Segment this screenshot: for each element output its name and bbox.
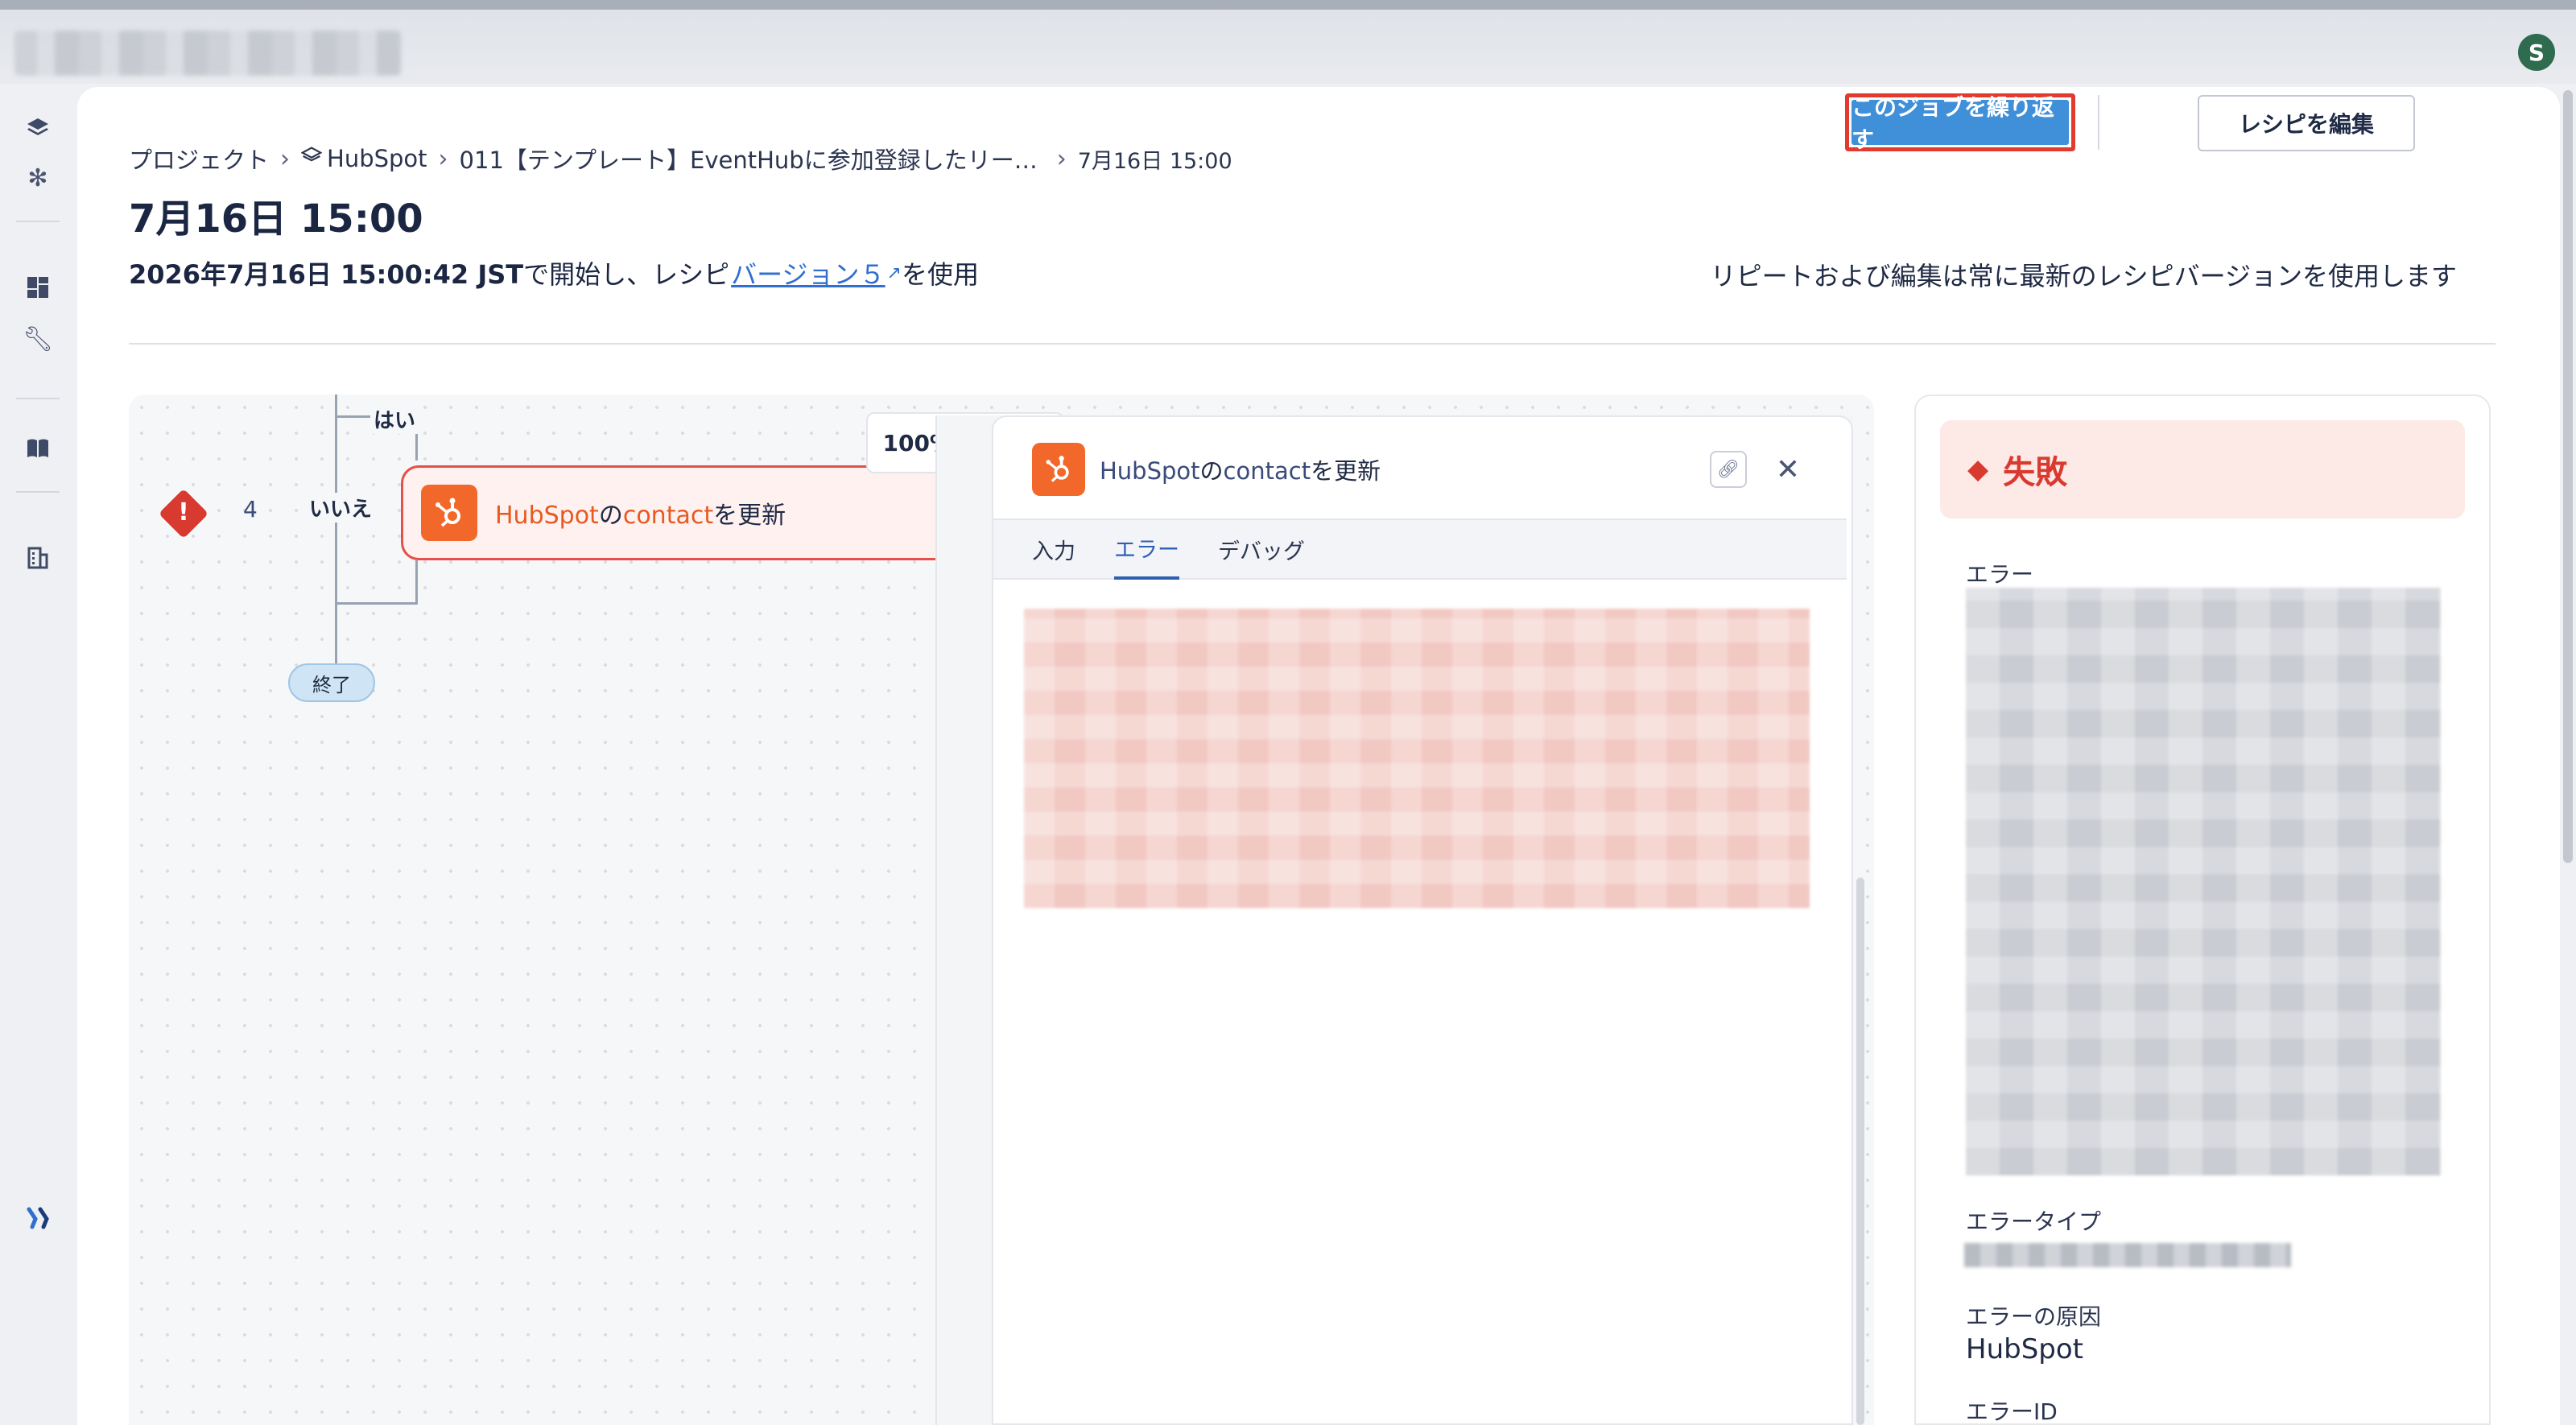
breadcrumb-item-folder[interactable]: HubSpot [327, 145, 427, 172]
repeat-edit-note: リピートおよび編集は常に最新のレシピバージョンを使用します [1710, 261, 2457, 291]
flow-line [335, 602, 337, 663]
dashboard-icon[interactable] [23, 272, 53, 303]
error-cause-label: エラーの原因 [1966, 1303, 2102, 1330]
error-alert-icon: ! [178, 498, 189, 527]
snowflake-icon[interactable]: ✻ [23, 163, 53, 193]
chevron-right-icon: › [1056, 144, 1067, 173]
chevron-right-icon: › [280, 144, 291, 173]
recipe-version-link[interactable]: バージョン５ [731, 254, 885, 291]
link-icon[interactable]: 🔗︎ [1710, 451, 1747, 488]
error-diamond-icon: ◆ [1967, 453, 1989, 485]
redacted-window-title [14, 31, 401, 76]
close-icon[interactable]: ✕ [1769, 451, 1806, 488]
step-object: contact [622, 502, 714, 530]
detail-header: HubSpotのcontactを更新 [1032, 443, 1381, 496]
status-label: 失敗 [2003, 454, 2068, 491]
error-label: エラー [1966, 561, 2034, 588]
breadcrumb-item-job: 7月16日 15:00 [1077, 148, 1232, 174]
detail-object: contact [1223, 457, 1311, 485]
breadcrumb-item-projects[interactable]: プロジェクト [129, 142, 269, 176]
repeat-job-button[interactable]: このジョブを繰り返す [1852, 94, 2069, 153]
layers-icon [300, 145, 323, 172]
flow-line [415, 560, 418, 604]
hubspot-icon [421, 485, 477, 541]
tab-error[interactable]: エラー [1114, 518, 1179, 580]
tab-debug[interactable]: デバッグ [1218, 518, 1305, 580]
header-divider [129, 343, 2496, 345]
step-app: HubSpot [495, 502, 599, 530]
branch-no-label: いいえ [306, 493, 376, 522]
error-id-label: エラーID [1966, 1398, 2058, 1425]
flow-line [335, 602, 418, 605]
step-number: 4 [243, 496, 258, 522]
detail-action: を更新 [1311, 457, 1381, 485]
step-action: を更新 [713, 502, 786, 530]
edit-recipe-button[interactable]: レシピを編集 [2198, 95, 2415, 151]
error-type-label: エラータイプ [1966, 1208, 2102, 1235]
detail-title: HubSpotのcontactを更新 [1100, 452, 1381, 486]
end-node[interactable]: 終了 [288, 663, 375, 702]
rail-divider [16, 398, 60, 399]
start-text-end: を使用 [901, 259, 979, 290]
user-avatar[interactable]: S [2518, 34, 2555, 71]
redacted-error-detail [1966, 588, 2441, 1175]
breadcrumb-item-recipe[interactable]: 011【テンプレート】EventHubに参加登録したリー… [460, 142, 1038, 176]
chevron-right-icon: › [438, 144, 448, 173]
breadcrumb: プロジェクト › HubSpot › 011【テンプレート】EventHubに参… [129, 138, 1232, 179]
rail-divider [16, 221, 60, 222]
button-divider [2098, 95, 2099, 150]
hubspot-icon [1032, 443, 1085, 496]
detail-app: HubSpot [1100, 457, 1200, 485]
repeat-job-button-highlight: このジョブを繰り返す [1845, 93, 2075, 153]
external-link-icon: ↗ [886, 262, 902, 283]
tab-input[interactable]: 入力 [1032, 518, 1075, 580]
error-cause-value: HubSpot [1966, 1333, 2083, 1365]
browser-top-bar: S [0, 0, 2576, 84]
building-icon[interactable] [23, 543, 53, 573]
start-timestamp: 2026年7月16日 15:00:42 JST [129, 259, 524, 290]
detail-tabs: 入力 エラー デバッグ [993, 518, 1847, 580]
branch-yes-label: はい [370, 404, 419, 434]
detail-joiner: の [1199, 457, 1224, 485]
detail-scrollbar[interactable] [1856, 878, 1864, 1425]
page-scrollbar[interactable] [2563, 90, 2573, 863]
book-icon[interactable] [23, 433, 53, 464]
job-start-info: 2026年7月16日 15:00:42 JST で開始し、レシピ バージョン５ … [129, 254, 979, 291]
start-text: で開始し、レシピ [523, 259, 730, 290]
brand-logo-icon[interactable] [23, 1203, 53, 1233]
redacted-error-type [1964, 1243, 2291, 1267]
step-title: HubSpotのcontactを更新 [495, 495, 786, 531]
layers-icon[interactable] [23, 113, 53, 143]
wrench-icon[interactable]: 🔧︎ [23, 324, 53, 354]
step-joiner: の [598, 502, 623, 530]
rail-divider [16, 491, 60, 493]
left-nav-rail: ✻ 🔧︎ [0, 84, 76, 1425]
redacted-error-message [1024, 609, 1810, 908]
status-badge: ◆ 失敗 [1940, 420, 2465, 518]
page-title: 7月16日 15:00 [129, 196, 423, 242]
